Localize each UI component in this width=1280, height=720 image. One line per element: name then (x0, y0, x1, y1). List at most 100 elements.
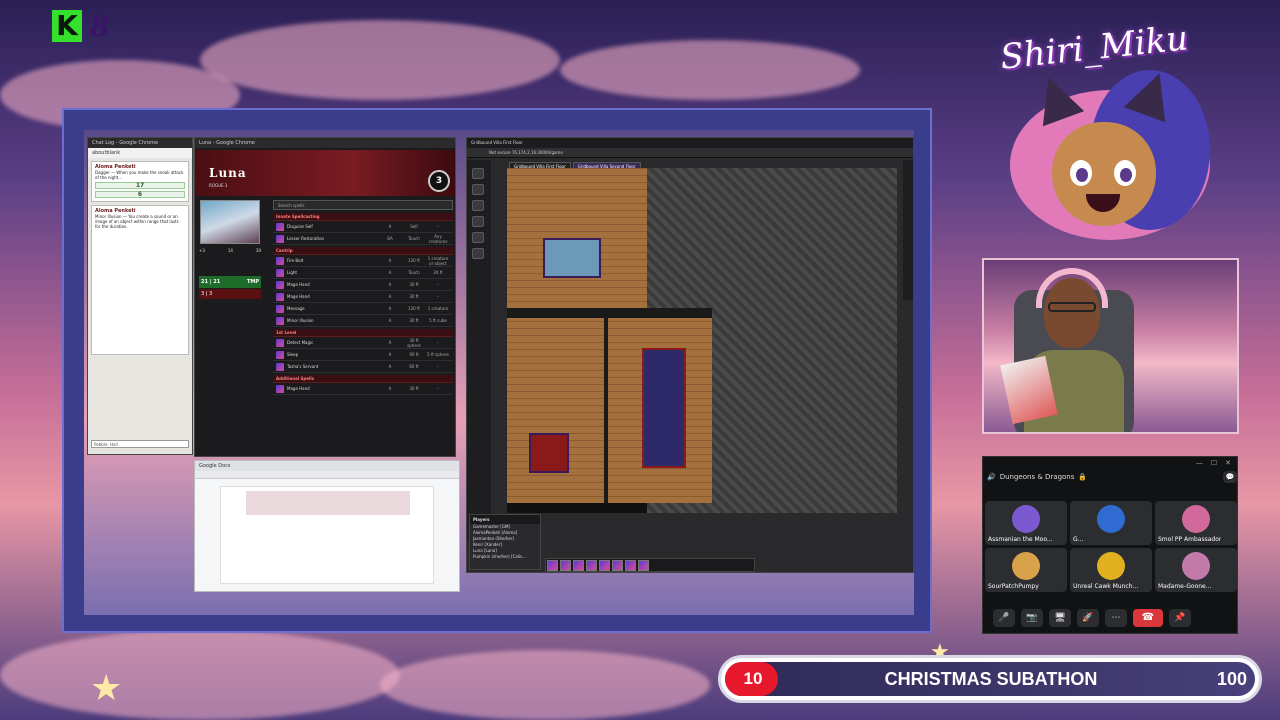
activity-icon[interactable]: 🚀 (1077, 609, 1099, 627)
vtt-browser-window[interactable]: Gridbound Villa First Floor Not secure 7… (466, 137, 914, 573)
hit-dice[interactable]: 3 | 3 (199, 289, 261, 299)
spell-icon (276, 280, 284, 289)
chat-icon[interactable]: 💬 (1223, 471, 1237, 483)
participant-tile[interactable]: Assmanian the Moo... (985, 501, 1067, 545)
participant-tile[interactable]: Madame-Goone... (1155, 548, 1237, 592)
spell-range: 90 ft (409, 352, 419, 357)
participant-name: SourPatchPumpy (988, 583, 1039, 590)
spell-row[interactable]: Tasha's Servant A 60 ft – (273, 361, 453, 373)
chat-user: aboutblank (88, 148, 192, 158)
spell-icon (276, 268, 284, 277)
macro-slot[interactable] (560, 560, 571, 571)
vtt-sidebar-tabs[interactable] (903, 160, 913, 300)
subathon-start-value: 10 (743, 669, 763, 688)
spell-row[interactable]: Lesser Restoration BA Touch Any creatures (273, 233, 453, 245)
spell-row[interactable]: Mage Hand A 30 ft – (273, 279, 453, 291)
macro-slot[interactable] (586, 560, 597, 571)
battle-map[interactable] (507, 168, 897, 513)
chat-log-window[interactable]: Chat Log - Google Chrome aboutblank Alom… (87, 137, 193, 455)
character-sheet-window[interactable]: Luna - Google Chrome Luna ROGUE 3 3 +3 1… (194, 137, 456, 457)
speaker-icon[interactable]: 🔊 (987, 473, 996, 481)
screen-share-icon[interactable]: 🖥 (1049, 609, 1071, 627)
spell-name: Message (287, 306, 305, 311)
spell-search-input[interactable]: Search spells (273, 200, 453, 210)
measure-tool-icon[interactable] (472, 184, 484, 195)
roll-result[interactable]: 6 (95, 191, 185, 198)
hit-points[interactable]: 21 | 21 TMP (199, 276, 261, 288)
participant-tile[interactable]: Unreal Cawk Munch... (1070, 548, 1152, 592)
spell-target: – (437, 294, 439, 299)
maximize-icon[interactable]: ☐ (1211, 457, 1217, 469)
document-window[interactable]: Google Docs (194, 460, 460, 592)
subathon-title: CHRISTMAS SUBATHON (884, 669, 1098, 689)
macro-slot[interactable] (638, 560, 649, 571)
spell-time: A (388, 282, 392, 287)
desktop-capture: Chat Log - Google Chrome aboutblank Alom… (84, 130, 914, 615)
spell-row[interactable]: Mage Hand A 30 ft – (273, 291, 453, 303)
subathon-bar: 10 CHRISTMAS SUBATHON 100 (718, 655, 1262, 703)
avatar (1097, 505, 1125, 533)
spell-row[interactable]: Sleep A 90 ft 5 ft sphere (273, 349, 453, 361)
pin-icon[interactable]: 📌 (1169, 609, 1191, 627)
browser-tab[interactable]: Gridbound Villa First Floor (467, 138, 913, 148)
macro-slot[interactable] (612, 560, 623, 571)
chat-input[interactable]: Pebble: Hall (91, 440, 189, 448)
spell-row[interactable]: Message A 120 ft 1 creature (273, 303, 453, 315)
minimize-icon[interactable]: — (1196, 457, 1203, 469)
macro-slot[interactable] (573, 560, 584, 571)
spell-icon (276, 256, 284, 265)
spell-range: 60 ft (409, 364, 419, 369)
initiative-value[interactable]: +3 (199, 248, 205, 253)
token-tool-icon[interactable] (472, 168, 484, 179)
macro-slot[interactable] (547, 560, 558, 571)
end-call-button[interactable]: ☎ (1133, 609, 1163, 627)
drawing-tool-icon[interactable] (472, 216, 484, 227)
roll-result[interactable]: 17 (95, 182, 185, 189)
spell-range: 30 ft (409, 318, 419, 323)
voice-call-window[interactable]: — ☐ ✕ 🔊 Dungeons & Dragons 🔒 💬 Assmanian… (982, 456, 1238, 634)
participant-tile[interactable]: SourPatchPumpy (985, 548, 1067, 592)
streamer-name: Shiri_Miku (998, 18, 1190, 78)
wall-tool-icon[interactable] (472, 232, 484, 243)
macro-slot[interactable] (599, 560, 610, 571)
spell-name: Sleep (287, 352, 299, 357)
webcam-feed (982, 258, 1239, 434)
spell-row[interactable]: Disguise Self A Self – (273, 221, 453, 233)
spell-section-title: 1st Level (273, 329, 453, 337)
participant-tile[interactable]: G... (1070, 501, 1152, 545)
spell-time: A (388, 294, 392, 299)
spell-range: Touch (408, 236, 420, 241)
spell-section-title: Cantrip (273, 247, 453, 255)
spell-target: 1 creature (427, 306, 449, 311)
camera-icon[interactable]: 📷 (1021, 609, 1043, 627)
spell-row[interactable]: Mage Hand A 30 ft – (273, 383, 453, 395)
spell-row[interactable]: Detect Magic A 30 ft sphere – (273, 337, 453, 349)
spell-range: 30 ft (409, 282, 419, 287)
macro-slot[interactable] (625, 560, 636, 571)
tile-tool-icon[interactable] (472, 200, 484, 211)
call-header: 🔊 Dungeons & Dragons 🔒 💬 (983, 469, 1237, 485)
spell-section: Innate Spellcasting Disguise Self A Self – Le… (273, 213, 453, 245)
chat-message: Aloma Penketi Dagger — When you make the… (91, 161, 189, 202)
microphone-icon[interactable]: 🎤 (993, 609, 1015, 627)
players-title[interactable]: Players (470, 515, 540, 524)
spell-icon (276, 292, 284, 301)
spell-icon (276, 384, 284, 393)
spell-row[interactable]: Light A Touch 20 ft (273, 267, 453, 279)
participant-tile[interactable]: Smol PP Ambassador (1155, 501, 1237, 545)
address-bar[interactable]: Not secure 76.174.2.16:30000/game (467, 148, 913, 158)
spell-row[interactable]: Fire Bolt A 120 ft 1 creature or object (273, 255, 453, 267)
star-icon: ★ (90, 668, 123, 709)
doc-toolbar[interactable] (195, 471, 459, 479)
spell-row[interactable]: Minor Illusion A 30 ft 5 ft cube (273, 315, 453, 327)
spell-range: Self (410, 224, 418, 229)
kick-logo-icon: K (52, 10, 82, 42)
character-name: Luna (209, 166, 247, 180)
spell-icon (276, 338, 284, 347)
spell-section: Additional Spells Mage Hand A 30 ft – (273, 375, 453, 395)
more-icon[interactable]: ⋯ (1105, 609, 1127, 627)
light-tool-icon[interactable] (472, 248, 484, 259)
spell-section: Cantrip Fire Bolt A 120 ft 1 creature or obj… (273, 247, 453, 327)
doc-page[interactable] (220, 486, 434, 584)
close-icon[interactable]: ✕ (1225, 457, 1231, 469)
